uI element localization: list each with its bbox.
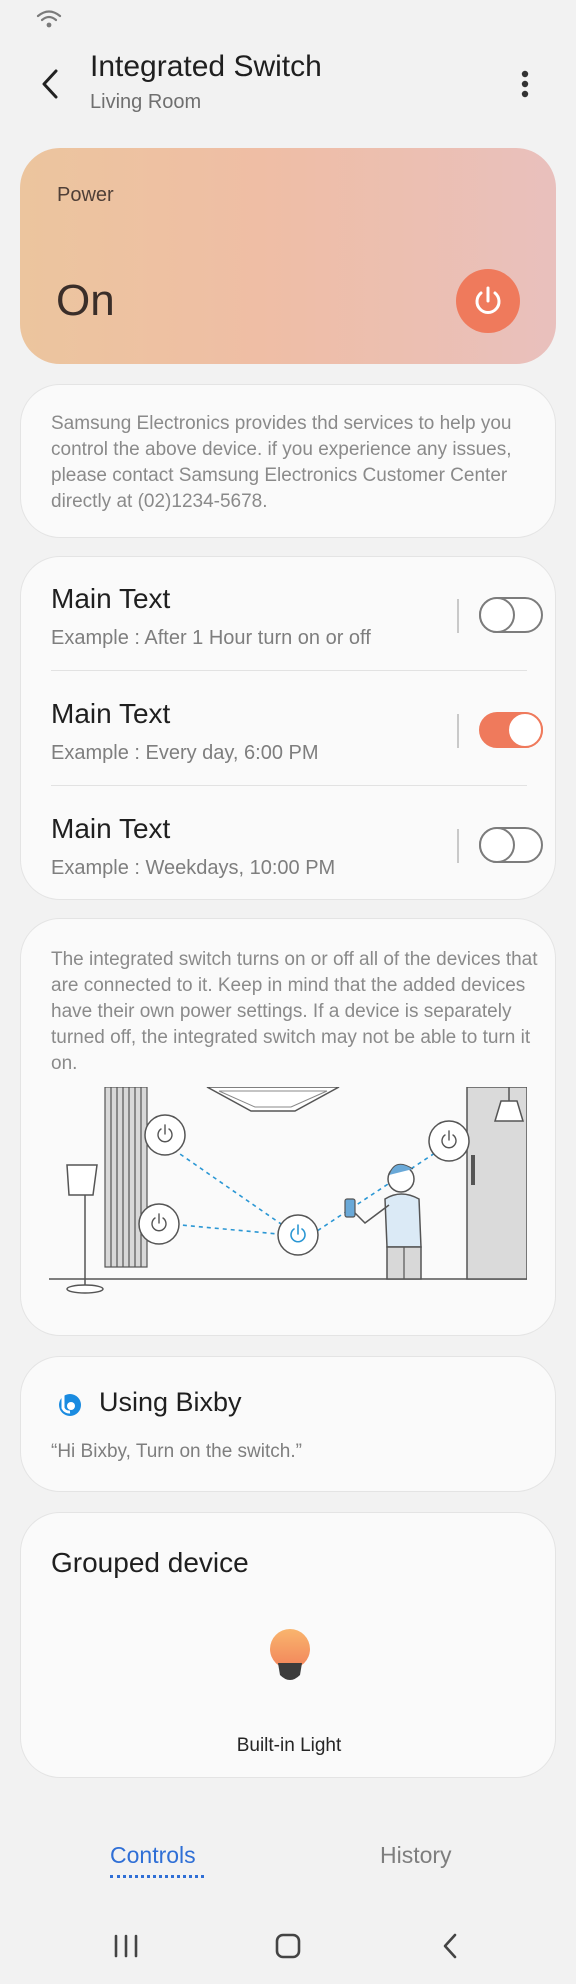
schedule-sub-text: Example : After 1 Hour turn on or off [51,627,371,649]
recent-apps-icon [114,1934,138,1958]
device-label: Built-in Light [236,1735,342,1756]
schedule-main-text: Main Text [51,813,171,844]
back-nav-button[interactable] [430,1926,470,1966]
service-notice-card: Samsung Electronics provides thd service… [20,384,556,538]
page-title: Integrated Switch [90,50,322,83]
schedule-toggle[interactable] [479,827,543,863]
back-button[interactable] [30,62,70,106]
divider [457,599,459,633]
schedule-main-text: Main Text [51,583,171,614]
bixby-card[interactable]: Using Bixby “Hi Bixby, Turn on the switc… [20,1356,556,1492]
schedule-toggle[interactable] [479,712,543,748]
power-icon [475,286,501,314]
room-label: Living Room [90,91,202,113]
schedule-row[interactable]: Main Text Example : Every day, 6:00 PM [51,672,543,786]
home-button[interactable] [268,1926,308,1966]
divider [51,784,527,786]
bixby-logo-icon [59,1394,81,1416]
bixby-quote: “Hi Bixby, Turn on the switch.” [51,1441,302,1462]
more-vertical-icon [521,70,529,98]
power-label: Power [57,184,114,206]
description-card: The integrated switch turns on or off al… [20,918,556,1336]
power-card: Power On [20,148,556,364]
power-button[interactable] [456,269,520,333]
divider [51,669,527,671]
schedule-row[interactable]: Main Text Example : Weekdays, 10:00 PM [51,787,543,901]
light-bulb-icon [270,1629,310,1680]
schedule-sub-text: Example : Every day, 6:00 PM [51,742,319,764]
schedule-sub-text: Example : Weekdays, 10:00 PM [51,857,336,879]
tab-history[interactable]: History [380,1842,452,1869]
grouped-device-card: Grouped device Built-in Light [20,1512,556,1778]
schedule-main-text: Main Text [51,698,171,729]
home-icon [275,1933,301,1959]
description-text: The integrated switch turns on or off al… [51,949,538,1074]
bixby-title: Using Bixby [99,1387,242,1417]
grouped-device-title: Grouped device [51,1547,249,1578]
tab-controls[interactable]: Controls [110,1842,196,1869]
more-options-button[interactable] [508,64,542,104]
wifi-icon [36,8,62,30]
integrated-switch-illustration [49,1087,527,1294]
divider [457,829,459,863]
schedule-toggle[interactable] [479,597,543,633]
divider [457,714,459,748]
tab-indicator [110,1875,204,1878]
back-nav-icon [443,1933,457,1959]
service-notice-text: Samsung Electronics provides thd service… [51,413,512,512]
recent-apps-button[interactable] [106,1926,146,1966]
schedule-card: Main Text Example : After 1 Hour turn on… [20,556,556,900]
power-state: On [56,276,115,325]
back-arrow-icon [42,69,58,99]
schedule-row[interactable]: Main Text Example : After 1 Hour turn on… [51,557,543,671]
